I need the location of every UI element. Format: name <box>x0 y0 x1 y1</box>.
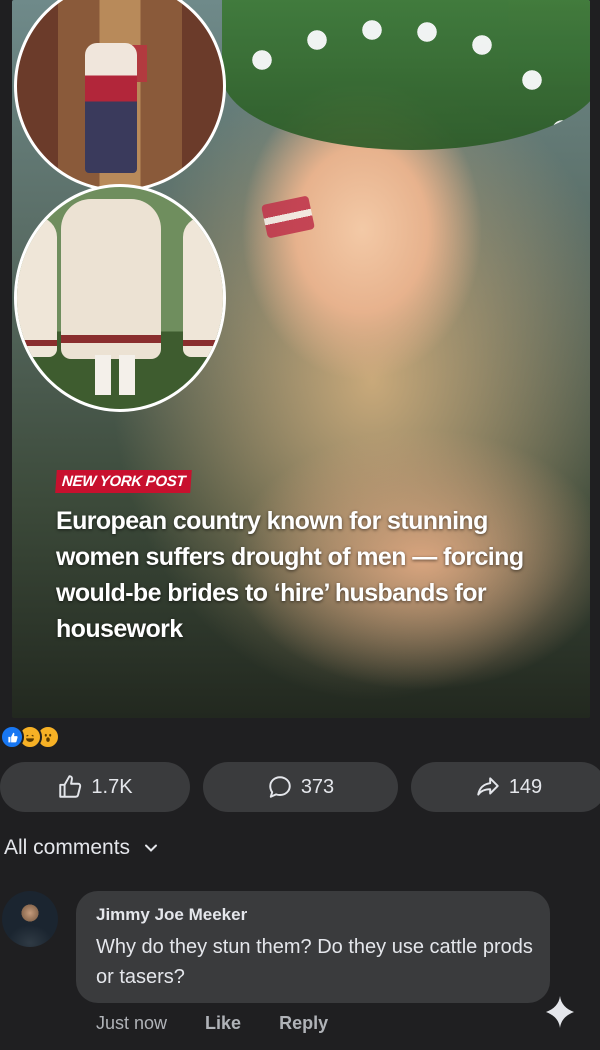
comment-text: Why do they stun them? Do they use cattl… <box>96 936 533 988</box>
comment-author[interactable]: Jimmy Joe Meeker <box>96 905 247 925</box>
comment-count: 373 <box>300 775 335 798</box>
comment-bubble: Jimmy Joe Meeker Why do they stun them? … <box>76 891 550 1003</box>
comment-like-link[interactable]: Like <box>205 1013 241 1034</box>
source-badge: NEW YORK POST <box>55 470 193 493</box>
like-count: 1.7K <box>91 775 133 798</box>
comment-reply-link[interactable]: Reply <box>279 1013 328 1034</box>
like-button[interactable]: 1.7K <box>0 762 190 812</box>
sparkle-icon[interactable] <box>542 994 578 1030</box>
comment-button[interactable]: 373 <box>203 762 398 812</box>
inset-photo-folk-dancers <box>14 184 226 412</box>
post-headline: European country known for stunning wome… <box>56 507 524 643</box>
comments-filter-label: All comments <box>4 836 131 859</box>
inset-photo-traditional-dress <box>14 0 226 192</box>
reaction-summary[interactable] <box>0 725 60 749</box>
avatar[interactable] <box>2 891 58 947</box>
thumbs-up-icon <box>59 775 82 798</box>
share-count: 149 <box>508 775 543 798</box>
flower-wreath-image <box>222 0 590 150</box>
share-button[interactable]: 149 <box>411 762 600 812</box>
chevron-down-icon <box>145 844 158 852</box>
comments-filter-dropdown[interactable]: All comments <box>4 836 158 860</box>
comment-timestamp: Just now <box>96 1013 168 1033</box>
comment-bubble-icon <box>269 776 291 798</box>
post-action-bar: 1.7K 373 149 <box>0 762 600 814</box>
face-paint-flag <box>260 195 316 239</box>
headline-block: NEW YORK POST European country known for… <box>55 470 576 647</box>
comment-meta: Just now Like Reply <box>96 1013 366 1034</box>
post-image[interactable]: NEW YORK POST European country known for… <box>12 0 590 718</box>
like-icon <box>0 725 24 749</box>
share-arrow-icon <box>477 777 499 796</box>
